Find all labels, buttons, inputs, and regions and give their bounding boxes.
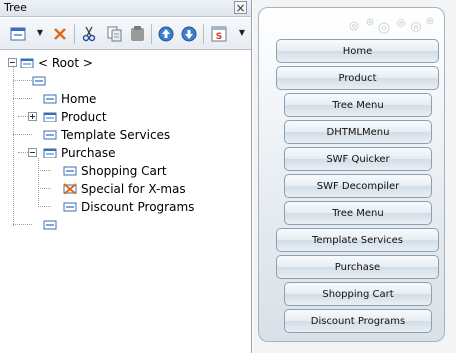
- tree-node-label: Product: [61, 109, 107, 124]
- tree-root[interactable]: < Root >: [20, 54, 93, 71]
- menu-item-swf-decompiler[interactable]: SWF Decompiler: [284, 174, 432, 198]
- item-node-icon: [43, 130, 57, 140]
- tree-node-label: Special for X-mas: [81, 181, 186, 196]
- tree-node-blank[interactable]: [43, 216, 57, 233]
- menu-item-swf-quicker[interactable]: SWF Quicker: [284, 147, 432, 171]
- tree-guide-line: [13, 224, 32, 225]
- tree-node-label: Template Services: [61, 127, 171, 142]
- tree-guide-line: [38, 158, 39, 207]
- close-button[interactable]: ×: [234, 1, 247, 15]
- toolbar-separator: [74, 24, 75, 44]
- tree-node-template-services[interactable]: Template Services: [43, 126, 170, 143]
- add-item-button[interactable]: [9, 25, 27, 43]
- menu-item-tree-menu[interactable]: Tree Menu: [284, 201, 432, 225]
- style-button[interactable]: S: [210, 25, 228, 43]
- window-icon: [10, 27, 26, 41]
- menu-item-shopping-cart[interactable]: Shopping Cart: [284, 282, 432, 306]
- item-node-icon: [43, 220, 57, 230]
- cut-button[interactable]: [80, 25, 98, 43]
- folder-node-icon: [43, 148, 57, 158]
- item-node-icon: [63, 202, 77, 212]
- copy-button[interactable]: [105, 25, 123, 43]
- tree-guide-line: [13, 80, 32, 81]
- flower-decoration-icon: [349, 17, 434, 34]
- style-s-icon: S: [211, 26, 227, 42]
- tree-node-discount-programs[interactable]: Discount Programs: [63, 198, 194, 215]
- toolbar-separator: [151, 24, 152, 44]
- panel-title: Tree: [4, 1, 27, 14]
- menu-item-tree-menu[interactable]: Tree Menu: [284, 93, 432, 117]
- toolbar: ▼ S ▼: [0, 18, 251, 50]
- tree-view[interactable]: < Root > Home Product Template Services …: [0, 51, 251, 353]
- folder-node-icon: [43, 112, 57, 122]
- hidden-item-icon: [63, 183, 77, 194]
- menu-preview-panel: Home Product Tree Menu DHTMLMenu SWF Qui…: [253, 0, 456, 353]
- menu-item-dhtmlmenu[interactable]: DHTMLMenu: [284, 120, 432, 144]
- menu-item-discount-programs[interactable]: Discount Programs: [284, 309, 432, 333]
- scissors-icon: [82, 26, 96, 42]
- panel-header: Tree ×: [0, 0, 251, 17]
- delete-x-icon: [54, 28, 66, 40]
- tree-node-purchase[interactable]: Purchase: [43, 144, 116, 161]
- tree-node-label: Home: [61, 91, 97, 106]
- tree-guide-line: [13, 98, 32, 99]
- folder-node-icon: [20, 58, 34, 68]
- item-node-icon: [32, 76, 46, 86]
- tree-root-label: < Root >: [38, 55, 93, 70]
- tree-node-special-for-xmas[interactable]: Special for X-mas: [63, 180, 186, 197]
- copy-icon: [107, 26, 121, 42]
- tree-guide-line: [38, 170, 51, 171]
- style-s-glyph: S: [216, 32, 222, 42]
- item-node-icon: [63, 166, 77, 176]
- paste-button[interactable]: [128, 25, 146, 43]
- move-down-button[interactable]: [180, 25, 198, 43]
- add-dropdown-arrow[interactable]: ▼: [36, 28, 44, 38]
- tree-node-label: Discount Programs: [81, 199, 195, 214]
- tree-guide-line: [13, 67, 14, 226]
- move-up-button[interactable]: [157, 25, 175, 43]
- purchase-collapse-toggle[interactable]: [28, 148, 37, 157]
- product-expand-toggle[interactable]: [28, 112, 37, 121]
- menu-item-product[interactable]: Product: [276, 66, 439, 90]
- arrow-up-circle-icon: [158, 26, 174, 42]
- tree-node-label: Shopping Cart: [81, 163, 167, 178]
- tree-node-shopping-cart[interactable]: Shopping Cart: [63, 162, 167, 179]
- menu-item-purchase[interactable]: Purchase: [276, 255, 439, 279]
- tree-guide-line: [13, 134, 32, 135]
- tree-node-product[interactable]: Product: [43, 108, 107, 125]
- arrow-down-circle-icon: [181, 26, 197, 42]
- menu-item-template-services[interactable]: Template Services: [276, 228, 439, 252]
- style-dropdown-arrow[interactable]: ▼: [238, 28, 246, 38]
- menu-frame: Home Product Tree Menu DHTMLMenu SWF Qui…: [258, 7, 445, 342]
- root-collapse-toggle[interactable]: [8, 58, 17, 67]
- tree-panel: Tree × ▼ S ▼ < Root > Home Product Templ…: [0, 0, 252, 353]
- tree-guide-line: [38, 206, 51, 207]
- toolbar-separator: [203, 24, 204, 44]
- paste-icon: [130, 26, 144, 41]
- tree-node-blank[interactable]: [32, 72, 46, 89]
- tree-guide-line: [38, 188, 51, 189]
- item-node-icon: [43, 94, 57, 104]
- menu-item-home[interactable]: Home: [276, 39, 439, 63]
- tree-node-label: Purchase: [61, 145, 116, 160]
- delete-button[interactable]: [51, 25, 69, 43]
- tree-node-home[interactable]: Home: [43, 90, 96, 107]
